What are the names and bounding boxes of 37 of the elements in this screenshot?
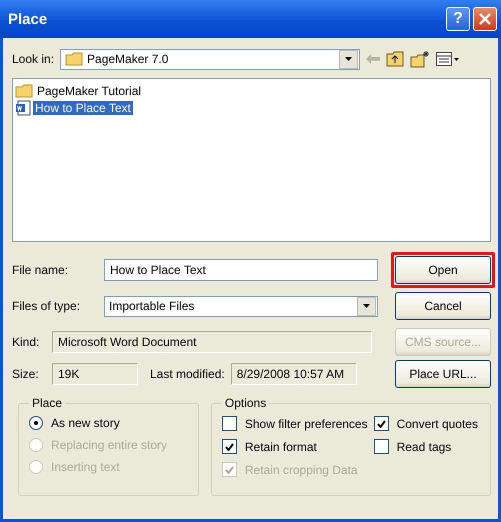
file-name-label: File name: — [12, 263, 70, 277]
checkbox-option[interactable]: Read tags — [374, 439, 480, 454]
checkbox-option[interactable]: Convert quotes — [374, 416, 480, 431]
window-title: Place — [8, 10, 48, 28]
checkbox-option[interactable]: Show filter preferences — [222, 416, 370, 431]
checkmark-icon — [376, 420, 386, 428]
new-folder-icon[interactable] — [410, 50, 430, 68]
folder-icon — [15, 84, 33, 98]
folder-icon — [65, 52, 84, 66]
kind-label: Kind: — [12, 335, 40, 349]
look-in-dropdown[interactable]: PageMaker 7.0 — [60, 48, 360, 70]
last-modified-field: 8/29/2008 10:57 AM — [230, 363, 357, 385]
close-button[interactable] — [473, 7, 497, 31]
caret-icon — [345, 57, 352, 61]
view-menu-icon[interactable] — [436, 52, 460, 66]
file-item[interactable]: PageMaker Tutorial — [15, 82, 144, 99]
size-field: 19K — [52, 363, 138, 385]
caret-icon — [363, 304, 370, 308]
up-folder-icon[interactable] — [386, 51, 404, 67]
group-title: Options — [224, 396, 268, 410]
checkmark-icon — [224, 466, 234, 474]
last-modified-label: Last modified: — [150, 367, 225, 381]
file-type-label: Files of type: — [12, 299, 82, 313]
dialog-button[interactable]: Cancel — [395, 292, 491, 320]
file-name-field[interactable]: How to Place Text — [104, 259, 378, 281]
size-label: Size: — [12, 367, 40, 381]
radio-option[interactable]: As new story — [29, 416, 188, 430]
checkbox-option[interactable]: Retain format — [222, 439, 370, 454]
look-in-label: Look in: — [12, 52, 54, 66]
close-icon — [479, 13, 491, 25]
dialog-button[interactable]: Place URL... — [395, 360, 491, 388]
kind-field: Microsoft Word Document — [52, 331, 372, 353]
file-type-dropdown[interactable]: Importable Files — [104, 296, 378, 316]
document-icon — [15, 100, 31, 116]
group-title: Place — [31, 396, 64, 410]
checkmark-icon — [224, 442, 234, 450]
dialog-button[interactable]: Open — [395, 256, 491, 284]
